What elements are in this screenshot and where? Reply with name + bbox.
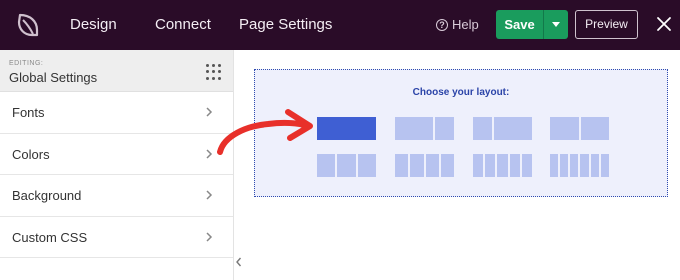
sidebar-item-colors[interactable]: Colors [0, 134, 233, 175]
nav-page-settings-tab[interactable]: Page Settings [239, 16, 332, 33]
sidebar-title: Global Settings [9, 70, 98, 85]
editing-label: EDITING: [9, 60, 44, 67]
layout-column [521, 154, 532, 177]
layout-column [473, 117, 492, 140]
layout-column [497, 154, 508, 177]
help-link[interactable]: ? Help [436, 17, 479, 32]
layout-picker-title: Choose your layout: [412, 87, 510, 98]
layout-column [473, 154, 484, 177]
sidebar-item-label: Custom CSS [12, 229, 88, 245]
layout-option-1-col[interactable] [317, 117, 376, 140]
layout-column [435, 117, 454, 140]
collapse-sidebar-icon[interactable] [234, 253, 244, 271]
layout-column [317, 117, 376, 140]
layout-column [485, 154, 496, 177]
layout-option-4-col[interactable] [395, 154, 454, 177]
layout-column [560, 154, 569, 177]
layout-column [337, 154, 356, 177]
grid-menu-icon[interactable] [206, 64, 222, 80]
help-label: Help [452, 17, 479, 32]
layout-option-2-col[interactable] [550, 117, 609, 140]
layout-option-6-col[interactable] [550, 154, 609, 177]
layout-option-2-col[interactable] [473, 117, 532, 140]
sidebar-item-label: Fonts [12, 105, 45, 120]
layout-column [570, 154, 579, 177]
layout-column [600, 154, 609, 177]
top-toolbar: Design Connect Page Settings ? Help Save… [0, 0, 680, 50]
chevron-right-icon [206, 190, 213, 200]
help-icon: ? [436, 18, 448, 31]
sidebar-item-fonts[interactable]: Fonts [0, 92, 233, 134]
nav-design-tab[interactable]: Design [70, 16, 117, 33]
sidebar-item-background[interactable]: Background [0, 175, 233, 217]
layout-column [357, 154, 376, 177]
save-button[interactable]: Save [496, 10, 543, 39]
sidebar-item-label: Colors [12, 146, 50, 162]
layout-column [395, 117, 433, 140]
nav-connect-tab[interactable]: Connect [155, 16, 211, 33]
layout-option-3-col[interactable] [317, 154, 376, 177]
layout-column [395, 154, 409, 177]
layout-column [440, 154, 454, 177]
seedprod-leaf-icon[interactable] [14, 11, 42, 39]
close-icon[interactable] [655, 14, 673, 34]
save-button-group: Save [496, 10, 568, 39]
layout-picker: Choose your layout: [254, 69, 668, 197]
layout-column [590, 154, 599, 177]
layout-column [550, 154, 559, 177]
layout-column [410, 154, 424, 177]
layout-option-5-col[interactable] [473, 154, 532, 177]
layout-column [580, 117, 609, 140]
layout-column [494, 117, 532, 140]
sidebar-item-custom-css[interactable]: Custom CSS [0, 217, 233, 258]
layout-option-2-col[interactable] [395, 117, 454, 140]
sidebar-item-label: Background [12, 188, 82, 203]
settings-sidebar: EDITING: Global Settings Fonts Colors Ba… [0, 50, 234, 280]
layout-column [550, 117, 579, 140]
annotation-arrow [217, 109, 313, 155]
save-options-button[interactable] [544, 10, 568, 39]
layout-column [509, 154, 520, 177]
chevron-right-icon [206, 231, 213, 242]
layout-column [317, 154, 336, 177]
layout-column [425, 154, 439, 177]
layout-column [580, 154, 589, 177]
preview-button[interactable]: Preview [575, 10, 638, 39]
sidebar-header: EDITING: Global Settings [0, 50, 233, 92]
caret-down-icon [552, 22, 560, 27]
